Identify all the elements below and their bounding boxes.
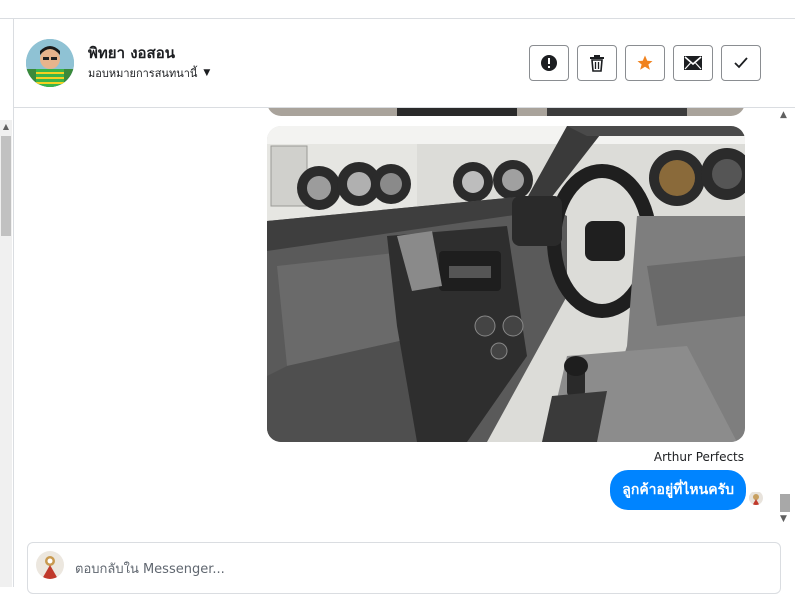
- thread-scrollbar[interactable]: ▲ ▼: [777, 108, 793, 528]
- mark-done-button[interactable]: [721, 45, 761, 81]
- previous-image-attachment[interactable]: [267, 108, 745, 116]
- delete-button[interactable]: [577, 45, 617, 81]
- message-thread[interactable]: Arthur Perfects ลูกค้าอยู่ที่ไหนครับ: [14, 108, 777, 528]
- caret-down-icon: ▼: [203, 68, 211, 78]
- scroll-thumb[interactable]: [780, 494, 790, 512]
- page-scrollbar[interactable]: ▲: [0, 120, 12, 587]
- scroll-up-arrow-icon[interactable]: ▲: [780, 110, 787, 120]
- contact-name[interactable]: พิทยา งอสอน: [88, 41, 175, 65]
- check-icon: [734, 57, 748, 69]
- message-bubble[interactable]: ลูกค้าอยู่ที่ไหนครับ: [610, 470, 746, 510]
- scroll-up-arrow-icon[interactable]: ▲: [0, 122, 12, 132]
- exclamation-icon: [541, 55, 557, 71]
- trash-icon: [590, 55, 604, 72]
- assign-conversation-dropdown[interactable]: มอบหมายการสนทนานี้ ▼: [88, 64, 210, 82]
- envelope-icon: [684, 56, 702, 70]
- mark-spam-button[interactable]: [529, 45, 569, 81]
- star-button[interactable]: [625, 45, 665, 81]
- conversation-header: พิทยา งอสอน มอบหมายการสนทนานี้ ▼: [14, 19, 795, 108]
- star-icon: [637, 55, 653, 70]
- contact-avatar[interactable]: [26, 39, 74, 87]
- car-interior-image-attachment[interactable]: [267, 126, 745, 442]
- page-avatar: [36, 551, 64, 579]
- reply-input[interactable]: ตอบกลับใน Messenger...: [75, 558, 225, 579]
- seen-avatar: [749, 491, 763, 505]
- header-actions: [529, 45, 761, 81]
- assign-label: มอบหมายการสนทนานี้: [88, 67, 198, 80]
- scroll-down-arrow-icon[interactable]: ▼: [780, 514, 787, 524]
- mark-unread-button[interactable]: [673, 45, 713, 81]
- scroll-thumb[interactable]: [1, 136, 11, 236]
- reply-box[interactable]: ตอบกลับใน Messenger...: [27, 542, 781, 594]
- sender-name: Arthur Perfects: [653, 450, 744, 464]
